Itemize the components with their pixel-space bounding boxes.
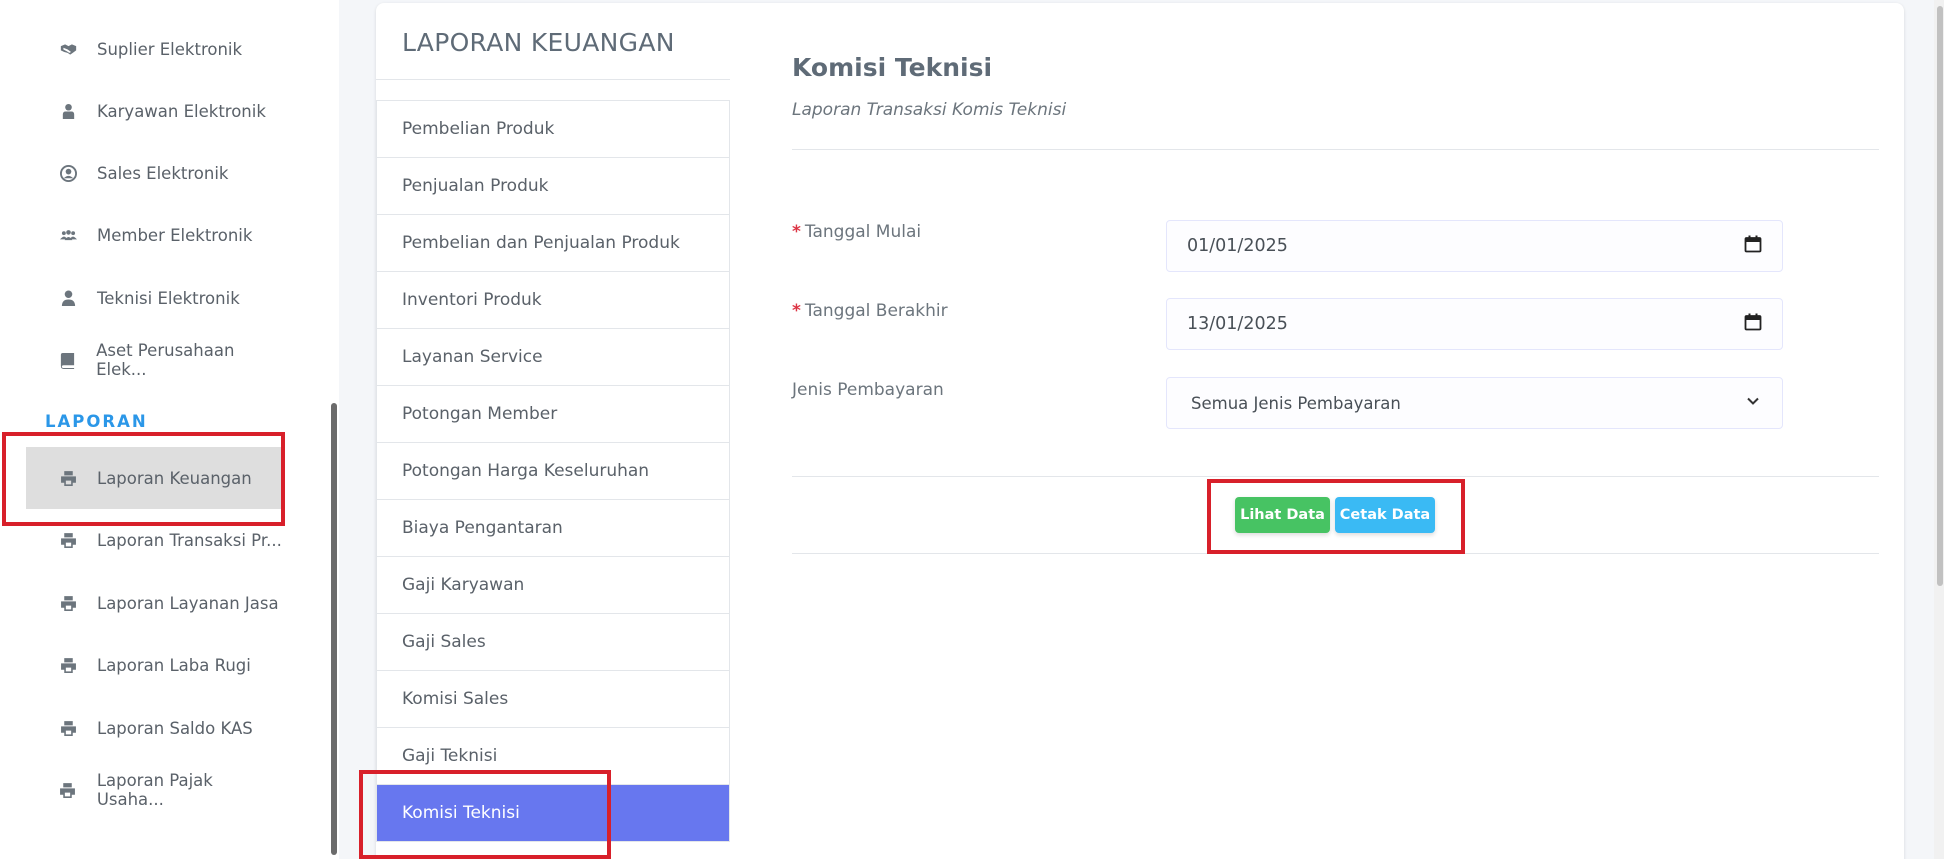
user-circle-icon xyxy=(53,163,83,183)
sidebar-item-laporan-layanan[interactable]: Laporan Layanan Jasa xyxy=(26,572,284,634)
required-mark: * xyxy=(792,301,801,321)
form-divider-top xyxy=(792,476,1879,477)
page-title: Komisi Teknisi xyxy=(792,53,993,82)
menu-item-komisi-sales[interactable]: Komisi Sales xyxy=(377,671,729,728)
sidebar-item-karyawan[interactable]: Karyawan Elektronik xyxy=(26,80,284,142)
sidebar-item-label: Teknisi Elektronik xyxy=(97,288,240,308)
start-date-input[interactable]: 01/01/2025 xyxy=(1166,220,1783,272)
start-date-value: 01/01/2025 xyxy=(1187,236,1288,256)
sidebar-section-title: LAPORAN xyxy=(45,412,148,431)
sidebar-item-label: Laporan Pajak Usaha... xyxy=(96,771,213,809)
print-icon xyxy=(53,718,83,738)
menu-item-gaji-karyawan[interactable]: Gaji Karyawan xyxy=(377,557,729,614)
highlight-box-buttons xyxy=(1207,479,1465,554)
calendar-icon[interactable] xyxy=(1744,313,1762,336)
report-menu-list: Pembelian Produk Penjualan Produk Pembel… xyxy=(376,100,730,842)
chevron-down-icon xyxy=(1744,392,1762,414)
sidebar-item-laporan-laba-rugi[interactable]: Laporan Laba Rugi xyxy=(26,634,284,696)
sidebar-item-label: Aset Perusahaan Elek... xyxy=(96,341,235,379)
menu-item-potongan-harga[interactable]: Potongan Harga Keseluruhan xyxy=(377,443,729,500)
sidebar-item-member[interactable]: Member Elektronik xyxy=(26,204,284,266)
print-icon xyxy=(53,530,83,550)
print-icon xyxy=(53,780,83,800)
sidebar-item-label: Sales Elektronik xyxy=(97,163,229,183)
sidebar-item-label: Laporan Saldo KAS xyxy=(97,718,253,738)
sidebar-item-teknisi[interactable]: Teknisi Elektronik xyxy=(26,267,284,329)
user-icon xyxy=(53,288,83,308)
start-date-label-text: Tanggal Mulai xyxy=(804,222,922,242)
end-date-input[interactable]: 13/01/2025 xyxy=(1166,298,1783,350)
page-scrollbar-thumb[interactable] xyxy=(1937,6,1943,586)
end-date-value: 13/01/2025 xyxy=(1187,314,1288,334)
menu-item-potongan-member[interactable]: Potongan Member xyxy=(377,386,729,443)
sidebar-item-sales[interactable]: Sales Elektronik xyxy=(26,142,284,204)
page-subtitle: Laporan Transaksi Komis Teknisi xyxy=(792,100,1067,120)
highlight-box-menu xyxy=(359,770,611,859)
sidebar-item-laporan-saldo-kas[interactable]: Laporan Saldo KAS xyxy=(26,697,284,759)
user-tie-icon xyxy=(53,101,83,121)
header-divider xyxy=(792,149,1879,150)
book-icon xyxy=(53,350,82,370)
start-date-label: * Tanggal Mulai xyxy=(792,222,921,242)
menu-item-inventori-produk[interactable]: Inventori Produk xyxy=(377,272,729,329)
users-icon xyxy=(53,225,83,245)
menu-item-penjualan-produk[interactable]: Penjualan Produk xyxy=(377,158,729,215)
required-mark: * xyxy=(792,222,801,242)
sidebar-item-label: Karyawan Elektronik xyxy=(97,101,266,121)
sidebar-item-label: Laporan Transaksi Pr... xyxy=(97,530,282,550)
sidebar-item-suplier[interactable]: Suplier Elektronik xyxy=(26,18,284,80)
sidebar-scrollbar[interactable] xyxy=(331,403,337,855)
menu-title: LAPORAN KEUANGAN xyxy=(402,28,675,57)
sidebar-item-label: Laporan Laba Rugi xyxy=(97,655,251,675)
menu-item-pembelian-penjualan[interactable]: Pembelian dan Penjualan Produk xyxy=(377,215,729,272)
menu-divider xyxy=(376,79,730,80)
end-date-label-text: Tanggal Berakhir xyxy=(804,301,948,321)
highlight-box-sidebar xyxy=(2,432,285,526)
payment-type-label: Jenis Pembayaran xyxy=(792,380,944,400)
print-icon xyxy=(53,655,83,675)
sidebar-item-label: Suplier Elektronik xyxy=(97,39,243,59)
handshake-icon xyxy=(53,39,83,59)
sidebar-item-aset[interactable]: Aset Perusahaan Elek... xyxy=(26,329,284,391)
payment-type-select[interactable]: Semua Jenis Pembayaran xyxy=(1166,377,1783,429)
menu-item-biaya-pengantaran[interactable]: Biaya Pengantaran xyxy=(377,500,729,557)
sidebar-item-label: Member Elektronik xyxy=(97,225,253,245)
print-icon xyxy=(53,593,83,613)
menu-item-pembelian-produk[interactable]: Pembelian Produk xyxy=(377,101,729,158)
menu-item-layanan-service[interactable]: Layanan Service xyxy=(377,329,729,386)
sidebar: Suplier Elektronik Karyawan Elektronik S… xyxy=(0,0,339,859)
sidebar-item-laporan-pajak[interactable]: Laporan Pajak Usaha... xyxy=(26,759,284,821)
calendar-icon[interactable] xyxy=(1744,235,1762,258)
end-date-label: * Tanggal Berakhir xyxy=(792,301,948,321)
payment-type-value: Semua Jenis Pembayaran xyxy=(1191,393,1401,413)
sidebar-item-label: Laporan Layanan Jasa xyxy=(97,593,279,613)
menu-item-gaji-sales[interactable]: Gaji Sales xyxy=(377,614,729,671)
